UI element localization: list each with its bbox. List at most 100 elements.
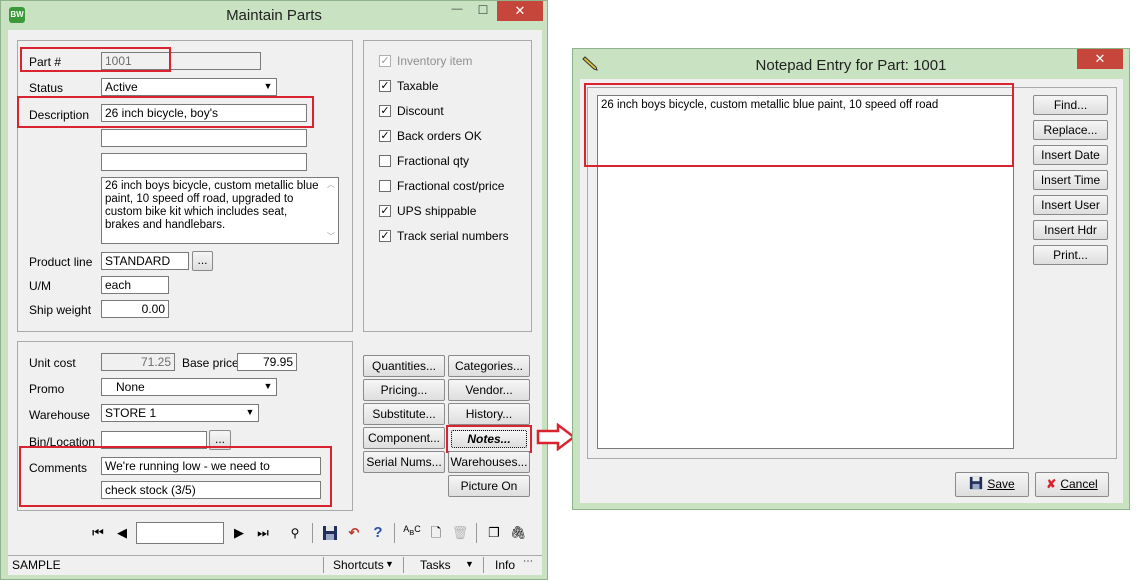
- promo-select[interactable]: None: [101, 378, 277, 396]
- bin-location-lookup-button[interactable]: ...: [209, 430, 231, 450]
- insert-hdr-button[interactable]: Insert Hdr: [1033, 220, 1108, 240]
- part-number-field[interactable]: 1001: [101, 52, 261, 70]
- status-select[interactable]: Active: [101, 78, 277, 96]
- replace-button[interactable]: Replace...: [1033, 120, 1108, 140]
- component-button[interactable]: Component...: [363, 427, 445, 449]
- checkbox-inventory-item: ✓: [379, 55, 391, 67]
- product-line-field[interactable]: STANDARD: [101, 252, 189, 270]
- long-description-textarea[interactable]: 26 inch boys bicycle, custom metallic bl…: [101, 177, 339, 244]
- comments-label: Comments: [29, 461, 88, 475]
- description-label: Description: [29, 108, 90, 122]
- picture-on-button[interactable]: Picture On: [448, 475, 530, 497]
- toolbar-separator: [394, 523, 395, 543]
- cancel-x-icon: ✘: [1046, 477, 1057, 491]
- record-lookup-field[interactable]: [136, 522, 224, 544]
- chevron-down-icon[interactable]: ▼: [261, 81, 275, 95]
- warehouses-button[interactable]: Warehouses...: [448, 451, 530, 473]
- info-menu[interactable]: Info: [495, 556, 515, 574]
- insert-date-button[interactable]: Insert Date: [1033, 145, 1108, 165]
- insert-user-button[interactable]: Insert User: [1033, 195, 1108, 215]
- promo-label: Promo: [29, 382, 65, 396]
- checkbox-label: Discount: [397, 104, 444, 118]
- toolbar-separator: [476, 523, 477, 543]
- checkbox-label: Track serial numbers: [397, 229, 509, 243]
- notepad-title: Notepad Entry for Part: 1001: [755, 57, 947, 74]
- more-icon[interactable]: ⋯: [523, 556, 533, 567]
- chevron-down-icon[interactable]: ▼: [465, 559, 474, 569]
- notepad-window: Notepad Entry for Part: 1001 ✕ 26 inch b…: [572, 48, 1130, 510]
- checkbox-discount[interactable]: ✓: [379, 105, 391, 117]
- toolbar-separator: [312, 523, 313, 543]
- checkbox-track-serial-numbers[interactable]: ✓: [379, 230, 391, 242]
- checkbox-taxable[interactable]: ✓: [379, 80, 391, 92]
- cancel-button[interactable]: ✘ Cancel: [1035, 472, 1109, 497]
- serial-nums-button[interactable]: Serial Nums...: [363, 451, 445, 473]
- status-separator: [323, 557, 324, 573]
- tasks-menu[interactable]: Tasks: [420, 556, 451, 574]
- checkbox-fractional-qty[interactable]: [379, 155, 391, 167]
- textarea-scroll-down-icon[interactable]: ﹀: [325, 231, 337, 241]
- chevron-down-icon[interactable]: ▼: [385, 559, 394, 569]
- minimize-button[interactable]: —: [445, 3, 469, 21]
- um-label: U/M: [29, 279, 51, 293]
- close-button[interactable]: ✕: [497, 1, 543, 21]
- previous-record-icon[interactable]: ◀: [111, 522, 133, 544]
- unit-cost-field[interactable]: 71.25: [101, 353, 175, 371]
- notes-button[interactable]: Notes...: [451, 430, 527, 448]
- ship-weight-field[interactable]: 0.00: [101, 300, 169, 318]
- warehouse-label: Warehouse: [29, 408, 90, 422]
- shortcuts-menu[interactable]: Shortcuts: [333, 556, 384, 574]
- status-label: Status: [29, 81, 64, 95]
- description-field[interactable]: 26 inch bicycle, boy's: [101, 104, 307, 122]
- next-record-icon[interactable]: ▶: [228, 522, 250, 544]
- checkbox-label: Inventory item: [397, 54, 473, 68]
- categories-button[interactable]: Categories...: [448, 355, 530, 377]
- part-label: Part #: [29, 55, 62, 69]
- attachment-icon[interactable]: 🖇: [507, 522, 529, 544]
- notepad-textarea[interactable]: 26 inch boys bicycle, custom metallic bl…: [597, 95, 1014, 449]
- warehouse-select[interactable]: STORE 1: [101, 404, 259, 422]
- first-record-icon[interactable]: ⏮: [87, 522, 109, 544]
- cancel-label: Cancel: [1060, 477, 1098, 491]
- checkbox-back-orders-ok[interactable]: ✓: [379, 130, 391, 142]
- delete-icon[interactable]: 🗑: [449, 522, 471, 544]
- spell-check-icon[interactable]: ABC: [401, 522, 423, 544]
- save-label: Save: [987, 477, 1015, 491]
- copy-icon[interactable]: ❐: [483, 522, 505, 544]
- quantities-button[interactable]: Quantities...: [363, 355, 445, 377]
- description-line-2[interactable]: [101, 129, 307, 147]
- find-binoculars-icon[interactable]: ⚲: [284, 522, 306, 544]
- maintain-parts-window: BW Maintain Parts — ☐ ✕ Part # 1001 Stat…: [0, 0, 548, 580]
- save-button[interactable]: Save: [955, 472, 1029, 497]
- checkbox-label: Fractional cost/price: [397, 179, 505, 193]
- bin-location-field[interactable]: [101, 431, 207, 449]
- new-record-icon[interactable]: 🗋: [425, 522, 447, 544]
- history-button[interactable]: History...: [448, 403, 530, 425]
- substitute-button[interactable]: Substitute...: [363, 403, 445, 425]
- insert-time-button[interactable]: Insert Time: [1033, 170, 1108, 190]
- checkbox-ups-shippable[interactable]: ✓: [379, 205, 391, 217]
- chevron-down-icon[interactable]: ▼: [261, 381, 275, 395]
- find-button[interactable]: Find...: [1033, 95, 1108, 115]
- description-line-3[interactable]: [101, 153, 307, 171]
- pricing-button[interactable]: Pricing...: [363, 379, 445, 401]
- base-price-field[interactable]: 79.95: [237, 353, 297, 371]
- textarea-scroll-up-icon[interactable]: ︿: [325, 179, 337, 189]
- checkbox-fractional-cost-price[interactable]: [379, 180, 391, 192]
- comments-line-2[interactable]: check stock (3/5): [101, 481, 321, 499]
- um-field[interactable]: each: [101, 276, 169, 294]
- ship-weight-label: Ship weight: [29, 303, 92, 317]
- notepad-close-button[interactable]: ✕: [1077, 49, 1123, 69]
- last-record-icon[interactable]: ⏭: [252, 522, 274, 544]
- product-line-label: Product line: [29, 255, 93, 269]
- maximize-button[interactable]: ☐: [471, 3, 495, 21]
- company-name: SAMPLE: [12, 558, 61, 572]
- print-button[interactable]: Print...: [1033, 245, 1108, 265]
- save-icon[interactable]: [319, 522, 341, 544]
- product-line-lookup-button[interactable]: ...: [192, 251, 213, 271]
- comments-line-1[interactable]: We're running low - we need to: [101, 457, 321, 475]
- chevron-down-icon[interactable]: ▼: [243, 407, 257, 421]
- help-icon[interactable]: ?: [367, 522, 389, 544]
- undo-icon[interactable]: ↶: [343, 522, 365, 544]
- vendor-button[interactable]: Vendor...: [448, 379, 530, 401]
